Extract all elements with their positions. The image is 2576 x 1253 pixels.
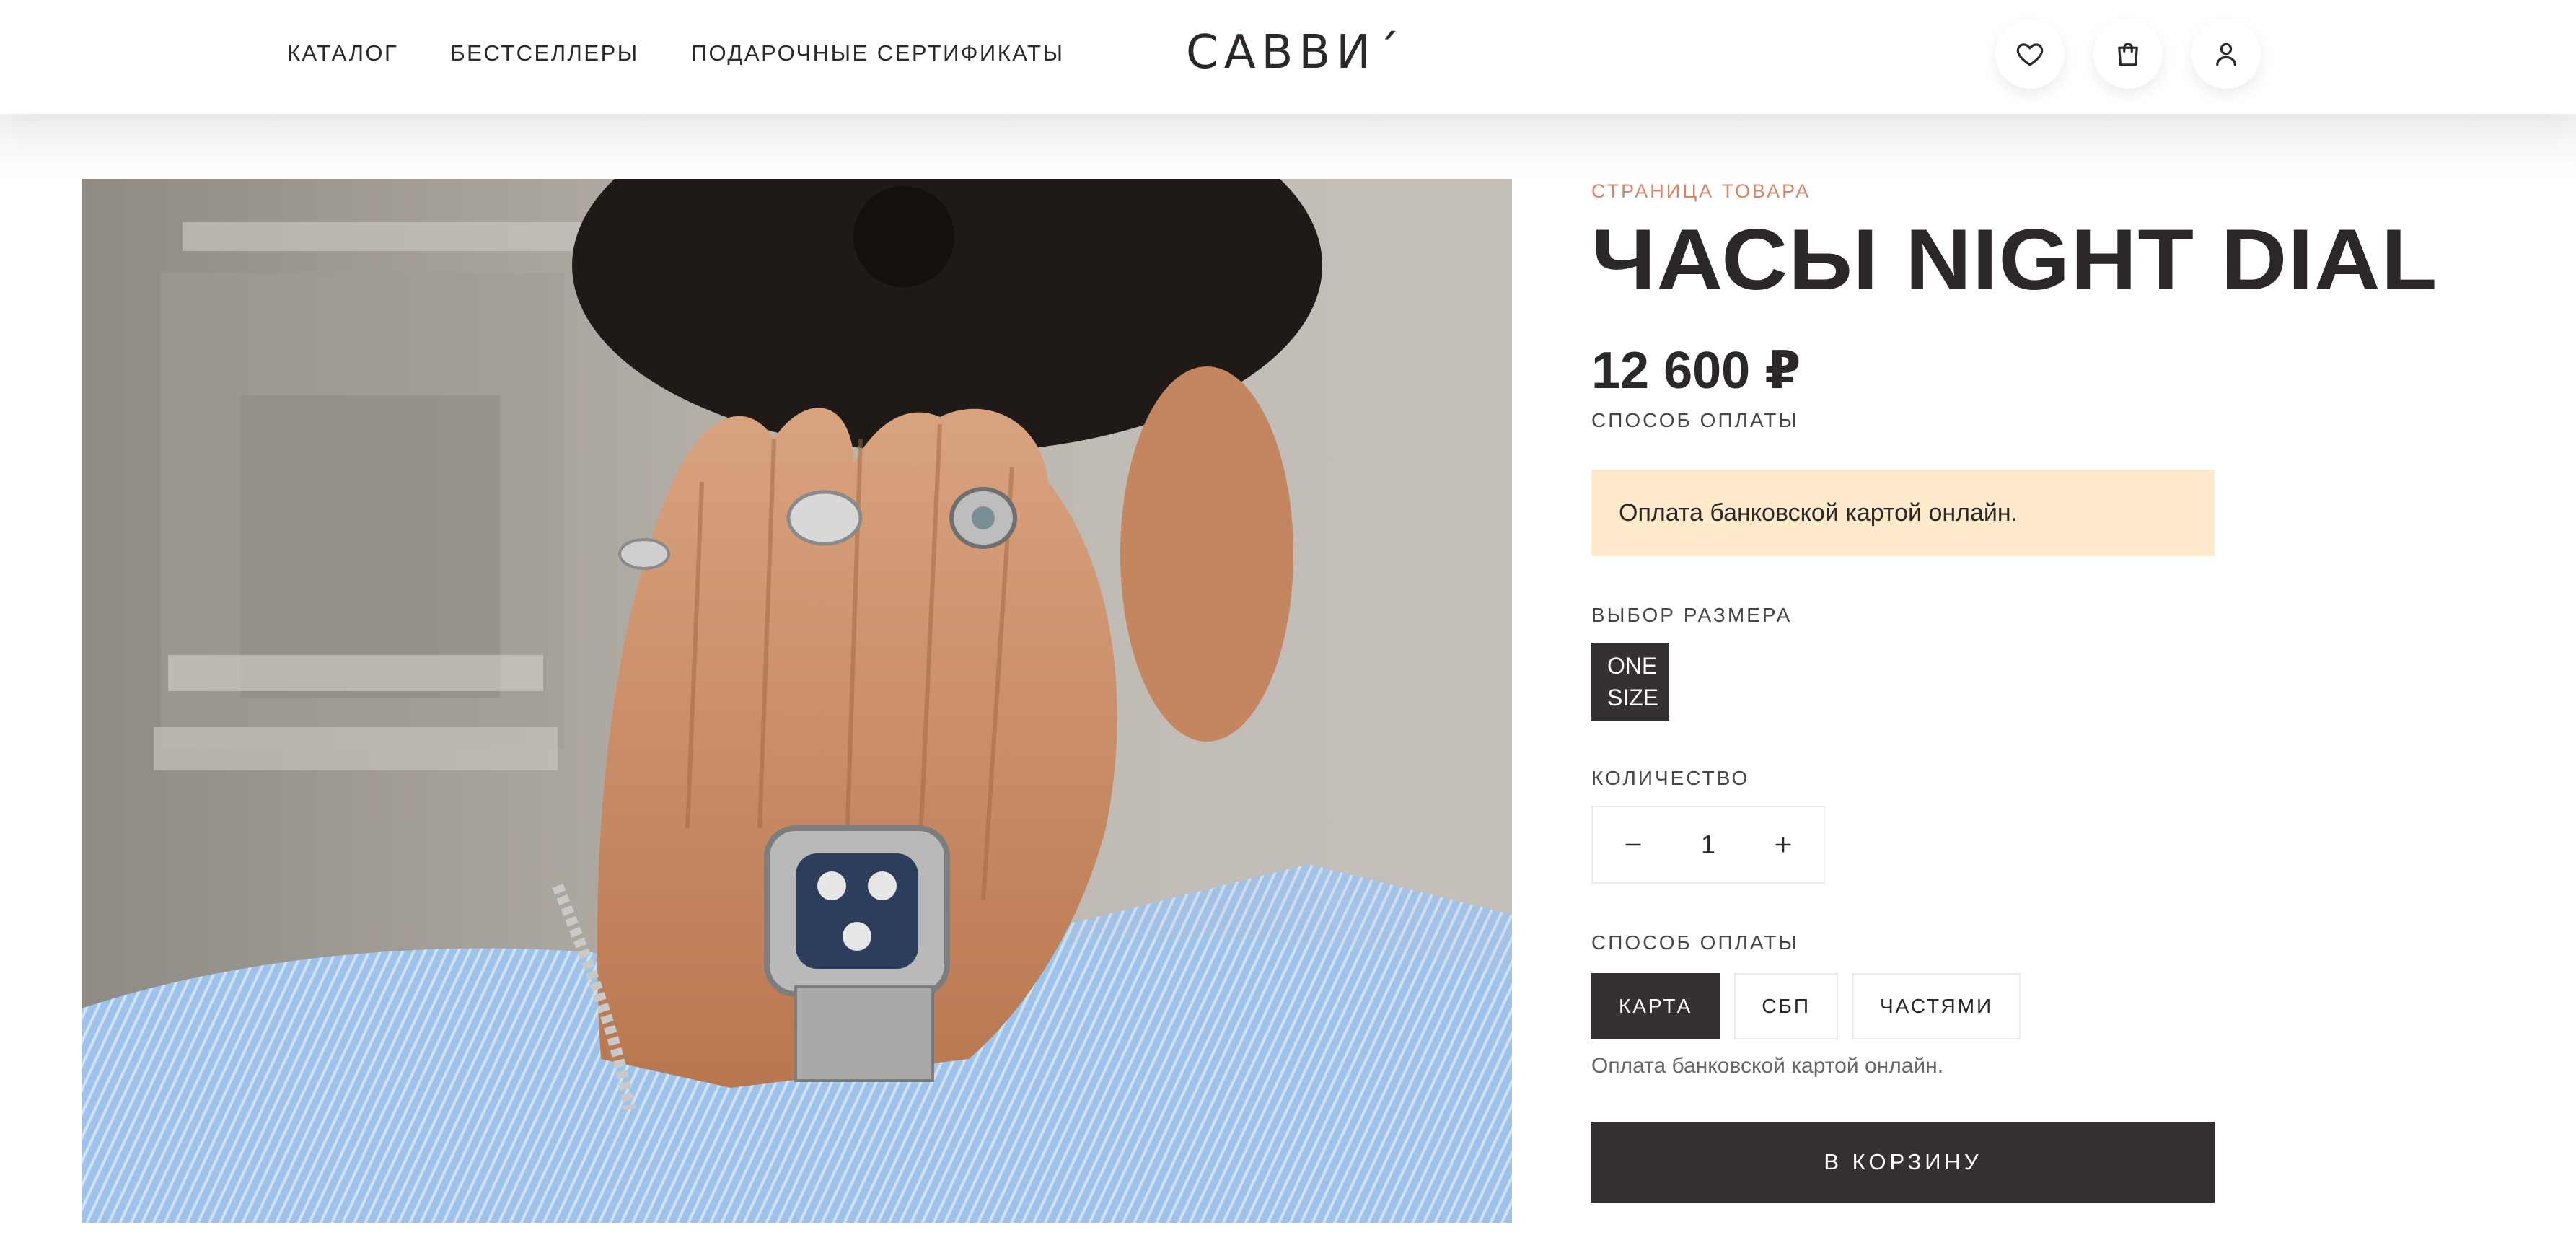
cart-button[interactable] [2093, 19, 2163, 89]
product-title: ЧАСЫ NIGHT DIAL [1591, 211, 2438, 308]
header-actions [1995, 19, 2261, 89]
shopping-bag-icon [2118, 43, 2138, 66]
breadcrumb[interactable]: СТРАНИЦА ТОВАРА [1591, 180, 2515, 203]
product-photo[interactable] [82, 179, 1512, 1223]
header-shadow [0, 114, 2576, 179]
payment-note: Оплата банковской картой онлайн. [1591, 1054, 1944, 1078]
nav-link-bestsellers[interactable]: БЕСТСЕЛЛЕРЫ [450, 40, 638, 66]
quantity-value[interactable]: 1 [1701, 830, 1715, 860]
product-info: СТРАНИЦА ТОВАРА ЧАСЫ NIGHT DIAL 12 600 ₽… [1591, 179, 2515, 1203]
site-logo[interactable]: САВВИ´ [1186, 26, 1405, 79]
increase-quantity-button[interactable] [1772, 833, 1795, 856]
size-option-line1: ONE [1607, 653, 1658, 679]
add-to-cart-button[interactable]: В КОРЗИНУ [1591, 1122, 2215, 1203]
size-option-line2: SIZE [1607, 685, 1659, 711]
payment-method-label: СПОСОБ ОПЛАТЫ [1591, 409, 1799, 431]
user-icon [2216, 43, 2236, 66]
decrease-quantity-button[interactable] [1622, 833, 1645, 856]
payment-method-label-2: СПОСОБ ОПЛАТЫ [1591, 931, 1799, 954]
product-price: 12 600 ₽ [1591, 342, 1801, 400]
payment-option-sbp[interactable]: СБП [1734, 973, 1838, 1039]
payment-options: КАРТА СБП ЧАСТЯМИ [1591, 973, 2515, 1039]
wishlist-button[interactable] [1995, 19, 2065, 89]
payment-option-installments[interactable]: ЧАСТЯМИ [1852, 973, 2021, 1039]
payment-option-card[interactable]: КАРТА [1591, 973, 1720, 1039]
account-button[interactable] [2192, 19, 2261, 89]
size-option-one-size[interactable]: ONE SIZE [1591, 643, 1669, 721]
minus-icon [1625, 843, 1641, 846]
site-header: КАТАЛОГ БЕСТСЕЛЛЕРЫ ПОДАРОЧНЫЕ СЕРТИФИКА… [0, 0, 2576, 114]
plus-icon [1775, 837, 1791, 853]
payment-notice: Оплата банковской картой онлайн. [1591, 470, 2215, 556]
quantity-label: КОЛИЧЕСТВО [1591, 767, 1750, 789]
nav-link-catalog[interactable]: КАТАЛОГ [287, 40, 398, 66]
size-label: ВЫБОР РАЗМЕРА [1591, 604, 1793, 626]
quantity-stepper: 1 [1591, 806, 1825, 884]
product-photo-illustration [82, 179, 1512, 1223]
nav-link-gift-certificates[interactable]: ПОДАРОЧНЫЕ СЕРТИФИКАТЫ [691, 40, 1065, 66]
heart-icon [2016, 43, 2044, 66]
main-nav: КАТАЛОГ БЕСТСЕЛЛЕРЫ ПОДАРОЧНЫЕ СЕРТИФИКА… [287, 40, 1064, 66]
